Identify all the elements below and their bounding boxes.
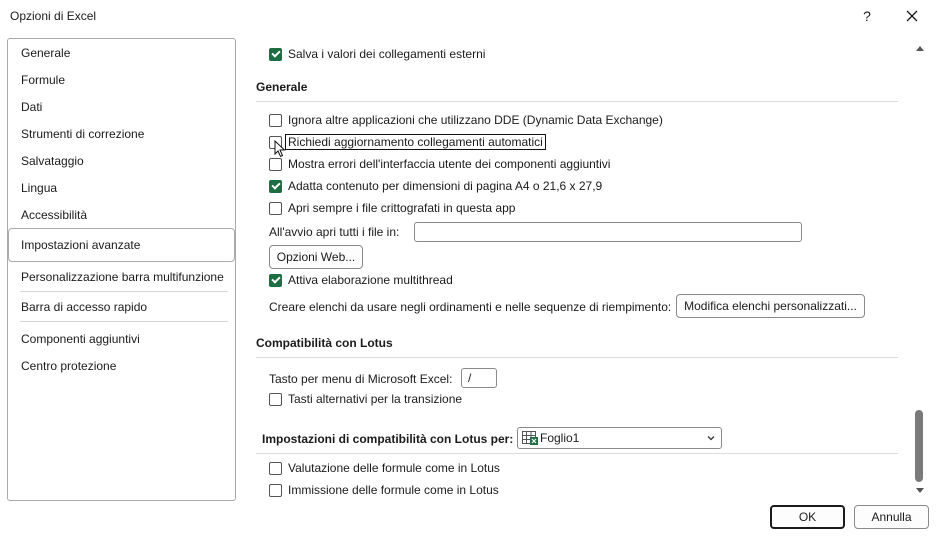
options-sidebar: Generale Formule Dati Strumenti di corre…: [7, 38, 236, 501]
option-valutazione-formule-lotus[interactable]: Valutazione delle formule come in Lotus: [269, 461, 500, 475]
sidebar-item-salvataggio[interactable]: Salvataggio: [21, 154, 84, 168]
option-label: Apri sempre i file crittografati in ques…: [288, 201, 516, 215]
checkbox[interactable]: [269, 461, 282, 475]
option-immissione-formule-lotus[interactable]: Immissione delle formule come in Lotus: [269, 483, 499, 497]
worksheet-icon: [522, 431, 538, 445]
sidebar-item-dati[interactable]: Dati: [21, 100, 42, 114]
option-label: Immissione delle formule come in Lotus: [288, 483, 499, 497]
option-multithread[interactable]: Attiva elaborazione multithread: [269, 273, 453, 287]
sidebar-item-accessibilita[interactable]: Accessibilità: [21, 208, 87, 222]
startup-folder-label: All'avvio apri tutti i file in:: [269, 225, 400, 239]
checkbox-checked[interactable]: [269, 273, 282, 287]
ok-button[interactable]: OK: [770, 505, 845, 529]
sidebar-divider: [20, 291, 228, 292]
title-bar: Opzioni di Excel ?: [0, 0, 936, 32]
section-divider: [256, 453, 898, 454]
checkbox[interactable]: [269, 201, 282, 215]
sidebar-divider: [20, 321, 228, 322]
sheet-select[interactable]: Foglio1: [517, 427, 722, 449]
custom-lists-label: Creare elenchi da usare negli ordinament…: [269, 300, 672, 314]
window-title: Opzioni di Excel: [10, 9, 97, 23]
option-label: Attiva elaborazione multithread: [288, 273, 453, 287]
checkbox[interactable]: [269, 157, 282, 171]
scroll-up-arrow-icon[interactable]: [915, 44, 925, 52]
menu-key-label: Tasto per menu di Microsoft Excel:: [269, 372, 453, 386]
sidebar-item-centro-protezione[interactable]: Centro protezione: [21, 359, 116, 373]
option-richiedi-aggiornamento[interactable]: Richiedi aggiornamento collegamenti auto…: [269, 134, 546, 150]
sidebar-item-barra-accesso-rapido[interactable]: Barra di accesso rapido: [21, 300, 147, 314]
scroll-down-arrow-icon[interactable]: [915, 487, 925, 495]
sheet-select-value: Foglio1: [540, 431, 580, 445]
checkbox[interactable]: [269, 113, 282, 127]
web-options-button[interactable]: Opzioni Web...: [269, 245, 363, 269]
checkbox[interactable]: [269, 483, 282, 497]
option-label: Salva i valori dei collegamenti esterni: [288, 47, 486, 61]
chevron-down-icon: [707, 436, 715, 441]
option-ignora-dde[interactable]: Ignora altre applicazioni che utilizzano…: [269, 113, 663, 127]
sidebar-item-strumenti-correzione[interactable]: Strumenti di correzione: [21, 127, 144, 141]
menu-key-input[interactable]: /: [461, 368, 497, 388]
option-label: Tasti alternativi per la transizione: [288, 392, 463, 406]
vertical-scrollbar[interactable]: [913, 40, 927, 500]
option-apri-crittografati[interactable]: Apri sempre i file crittografati in ques…: [269, 201, 515, 215]
sidebar-item-personalizzazione-barra[interactable]: Personalizzazione barra multifunzione: [21, 270, 224, 284]
option-salva-valori-collegamenti[interactable]: Salva i valori dei collegamenti esterni: [269, 47, 485, 61]
startup-folder-input[interactable]: [414, 222, 802, 242]
checkbox-checked[interactable]: [269, 179, 282, 193]
checkbox[interactable]: [269, 392, 282, 406]
option-label-focused: Richiedi aggiornamento collegamenti auto…: [285, 134, 546, 150]
help-icon: ?: [863, 8, 871, 24]
option-label: Mostra errori dell'interfaccia utente de…: [288, 157, 611, 171]
edit-custom-lists-button[interactable]: Modifica elenchi personalizzati...: [676, 294, 865, 318]
scrollbar-thumb[interactable]: [915, 410, 923, 482]
sidebar-item-impostazioni-avanzate[interactable]: Impostazioni avanzate: [21, 238, 140, 252]
cancel-button[interactable]: Annulla: [854, 505, 929, 529]
section-heading-lotus: Compatibilità con Lotus: [256, 336, 393, 350]
sidebar-item-formule[interactable]: Formule: [21, 73, 65, 87]
section-heading-lotus-settings: Impostazioni di compatibilità con Lotus …: [262, 432, 514, 446]
option-adatta-contenuto[interactable]: Adatta contenuto per dimensioni di pagin…: [269, 179, 602, 193]
section-divider: [256, 101, 898, 102]
option-label: Ignora altre applicazioni che utilizzano…: [288, 113, 663, 127]
option-label: Adatta contenuto per dimensioni di pagin…: [288, 179, 603, 193]
sidebar-item-componenti-aggiuntivi[interactable]: Componenti aggiuntivi: [21, 332, 140, 346]
sidebar-item-generale[interactable]: Generale: [21, 46, 70, 60]
section-heading-generale: Generale: [256, 80, 308, 94]
help-button[interactable]: ?: [852, 4, 882, 28]
close-icon: [906, 10, 918, 22]
checkbox-checked[interactable]: [269, 47, 282, 61]
option-tasti-alternativi[interactable]: Tasti alternativi per la transizione: [269, 392, 462, 406]
section-divider: [256, 357, 898, 358]
mouse-pointer-icon: [274, 140, 286, 158]
sidebar-item-lingua[interactable]: Lingua: [21, 181, 57, 195]
option-label: Valutazione delle formule come in Lotus: [288, 461, 500, 475]
close-button[interactable]: [897, 4, 927, 28]
advanced-options-panel: Salva i valori dei collegamenti esterni …: [250, 38, 910, 501]
option-mostra-errori[interactable]: Mostra errori dell'interfaccia utente de…: [269, 157, 610, 171]
